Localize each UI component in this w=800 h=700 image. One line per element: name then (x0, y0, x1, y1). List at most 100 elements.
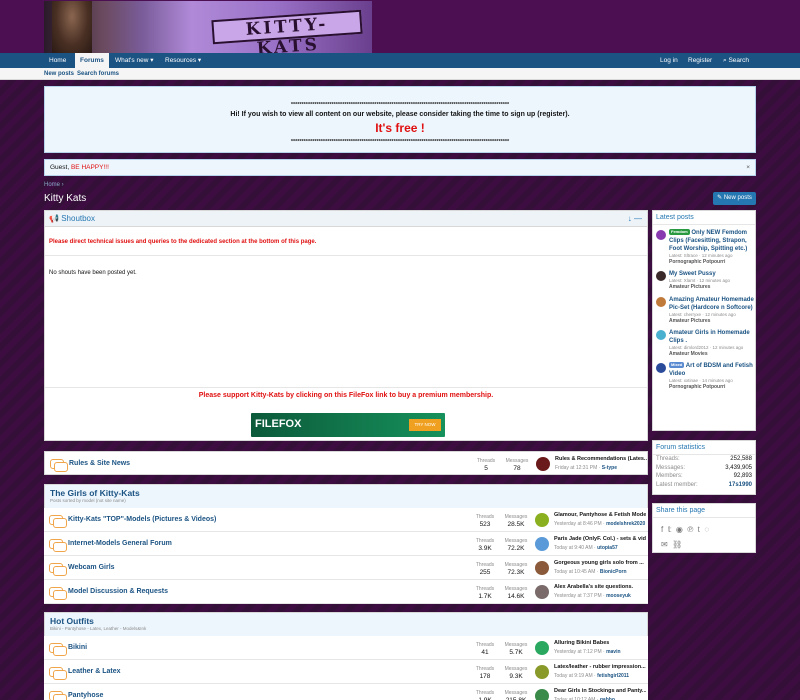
last-post-user[interactable]: mavin (606, 649, 620, 655)
latest-post-title-wrap[interactable]: Mixed Art of BDSM and Fetish Video (669, 362, 755, 378)
stat-row: Threads: 252,588 (653, 455, 755, 464)
forum-node[interactable]: Internet-Models General Forum Threads 3.9K… (44, 532, 648, 556)
last-post-title[interactable]: Alluring Bikini Babes (554, 640, 646, 646)
nav-forums[interactable]: Forums (75, 53, 109, 68)
avatar[interactable] (535, 561, 549, 575)
latest-post-title-wrap[interactable]: Femdom Only NEW Femdom Clips (Facesittin… (669, 229, 755, 253)
last-post-user[interactable]: mooseyuk (606, 593, 631, 599)
search-link[interactable]: ⌕ Search (718, 53, 754, 68)
avatar[interactable] (535, 689, 549, 700)
last-post-date: Today at 10:45 AM · (554, 569, 599, 575)
latest-post-item[interactable]: Mixed Art of BDSM and Fetish Video Latest… (653, 362, 755, 391)
latest-post-item[interactable]: My Sweet Pussy Latest: Xlamt · 12 minutes… (653, 270, 755, 292)
last-post-user[interactable]: modelshrek2020 (606, 521, 645, 527)
threads-count: 255 (479, 569, 491, 576)
login-link[interactable]: Log in (655, 53, 683, 68)
latest-post-item[interactable]: Amateur Girls in Homemade Clips . Latest:… (653, 329, 755, 358)
avatar[interactable] (656, 230, 666, 240)
last-post-user[interactable]: BionicPorn (600, 569, 627, 575)
forum-title[interactable]: Bikini (68, 644, 87, 651)
avatar[interactable] (535, 641, 549, 655)
link-icon[interactable]: ⛓ (672, 540, 682, 549)
reddit-icon[interactable]: ◉ (676, 525, 683, 534)
messages-stat: Messages 5.7K (499, 641, 533, 657)
last-post-user[interactable]: fetishgirl2011 (597, 673, 629, 679)
avatar[interactable] (535, 537, 549, 551)
nav-resources[interactable]: Resources ▾ (160, 53, 206, 68)
subnav-search-forums[interactable]: Search forums (77, 68, 119, 80)
arrow-down-icon[interactable]: ↓ (628, 214, 632, 223)
latest-post-title-wrap[interactable]: My Sweet Pussy (669, 270, 755, 278)
register-link[interactable]: Register (683, 53, 717, 68)
latest-post-title[interactable]: Amazing Amateur Homemade Pic-Set (Hardco… (669, 297, 754, 311)
minimize-icon[interactable]: — (634, 214, 642, 223)
avatar[interactable] (656, 363, 666, 373)
avatar[interactable] (536, 457, 550, 471)
shoutbox-header: 📢 Shoutbox ↓ — (45, 211, 647, 227)
category-title[interactable]: Hot Outfits (45, 613, 647, 626)
forum-node[interactable]: Rules & Site News Threads 5 Messages 78 Ru… (44, 451, 648, 475)
avatar[interactable] (656, 330, 666, 340)
forum-node[interactable]: Kitty-Kats "TOP"-Models (Pictures & Vide… (44, 508, 648, 532)
nav-whats-new[interactable]: What's new ▾ (110, 53, 158, 68)
new-posts-button[interactable]: ✎ New posts (713, 192, 756, 205)
avatar[interactable] (535, 585, 549, 599)
latest-post-title[interactable]: My Sweet Pussy (669, 271, 716, 277)
avatar[interactable] (535, 513, 549, 527)
latest-post-forum[interactable]: Amateur Movies (669, 351, 755, 358)
latest-post-item[interactable]: Femdom Only NEW Femdom Clips (Facesittin… (653, 229, 755, 266)
latest-post-forum[interactable]: Pornographic Potpourri (669, 259, 755, 266)
latest-post-forum[interactable]: Amateur Pictures (669, 318, 755, 325)
latest-post-title[interactable]: Amateur Girls in Homemade Clips . (669, 330, 750, 344)
avatar[interactable] (656, 271, 666, 281)
last-post-title[interactable]: Rules & Recommendations (Lates... (555, 456, 647, 462)
threads-stat: Threads 5 (469, 457, 503, 473)
facebook-icon[interactable]: f (661, 525, 663, 534)
forum-node[interactable]: Leather & Latex Threads 178 Messages 9.3K Lat… (44, 660, 648, 684)
last-post-title[interactable]: Latex/leather - rubber impression... (554, 664, 646, 670)
page-title: Kitty Kats (44, 193, 87, 204)
last-post-title[interactable]: Glamour, Pantyhose & Fetish Models P... (554, 512, 646, 518)
forum-title[interactable]: Rules & Site News (69, 460, 130, 467)
forum-title[interactable]: Model Discussion & Requests (68, 588, 168, 595)
guest-link[interactable]: BE HAPPY!!! (71, 164, 109, 171)
category-title[interactable]: The Girls of Kitty-Kats (45, 485, 647, 498)
latest-post-title-wrap[interactable]: Amazing Amateur Homemade Pic-Set (Hardco… (669, 296, 755, 312)
forum-title[interactable]: Kitty-Kats "TOP"-Models (Pictures & Vide… (68, 516, 216, 523)
filefox-try-button[interactable]: TRY NOW (409, 419, 441, 431)
last-post-title[interactable]: Gorgeous young girls solo from ... (554, 560, 646, 566)
forum-title[interactable]: Leather & Latex (68, 668, 121, 675)
forum-node[interactable]: Bikini Threads 41 Messages 5.7K Alluring Biki… (44, 636, 648, 660)
breadcrumb[interactable]: Home › (44, 182, 64, 188)
last-post-title[interactable]: Paris Jade (OnlyF. Col.) - sets & vids (554, 536, 646, 542)
breadcrumb-home[interactable]: Home (44, 182, 60, 188)
messages-label: Messages (504, 562, 528, 568)
filefox-banner[interactable]: FILEFOX TRY NOW (251, 413, 445, 437)
email-icon[interactable]: ✉ (661, 540, 668, 549)
whatsapp-icon[interactable]: ◌ (704, 525, 709, 534)
last-post-title[interactable]: Dear Girls in Stockings and Panty... (554, 688, 646, 694)
latest-post-forum[interactable]: Pornographic Potpourri (669, 384, 755, 391)
subnav-new-posts[interactable]: New posts (44, 68, 74, 80)
avatar[interactable] (535, 665, 549, 679)
tumblr-icon[interactable]: t (698, 525, 700, 534)
avatar[interactable] (656, 297, 666, 307)
latest-post-item[interactable]: Amazing Amateur Homemade Pic-Set (Hardco… (653, 296, 755, 325)
forum-title[interactable]: Internet-Models General Forum (68, 540, 172, 547)
site-banner[interactable]: KITTY-KATS (44, 1, 372, 53)
forum-node[interactable]: Model Discussion & Requests Threads 1.7K Me… (44, 580, 648, 604)
forum-node[interactable]: Webcam Girls Threads 255 Messages 72.3K Gorge… (44, 556, 648, 580)
forum-title[interactable]: Pantyhose (68, 692, 103, 699)
latest-post-title-wrap[interactable]: Amateur Girls in Homemade Clips . (669, 329, 755, 345)
last-post-title[interactable]: Alex Arabella's site questions. (554, 584, 646, 590)
close-icon[interactable]: × (746, 160, 750, 175)
latest-post-forum[interactable]: Amateur Pictures (669, 284, 755, 291)
twitter-icon[interactable]: 𝕥 (668, 525, 672, 534)
pinterest-icon[interactable]: ℗ (687, 525, 693, 534)
last-post-user[interactable]: S-type (602, 465, 617, 471)
last-post-user[interactable]: utopia57 (597, 545, 618, 551)
nav-home[interactable]: Home (44, 53, 71, 68)
forum-node[interactable]: Pantyhose Threads1.9KMessages215.8K Dear G… (44, 684, 648, 700)
forum-title[interactable]: Webcam Girls (68, 564, 115, 571)
guest-prefix: Guest, (50, 164, 70, 171)
